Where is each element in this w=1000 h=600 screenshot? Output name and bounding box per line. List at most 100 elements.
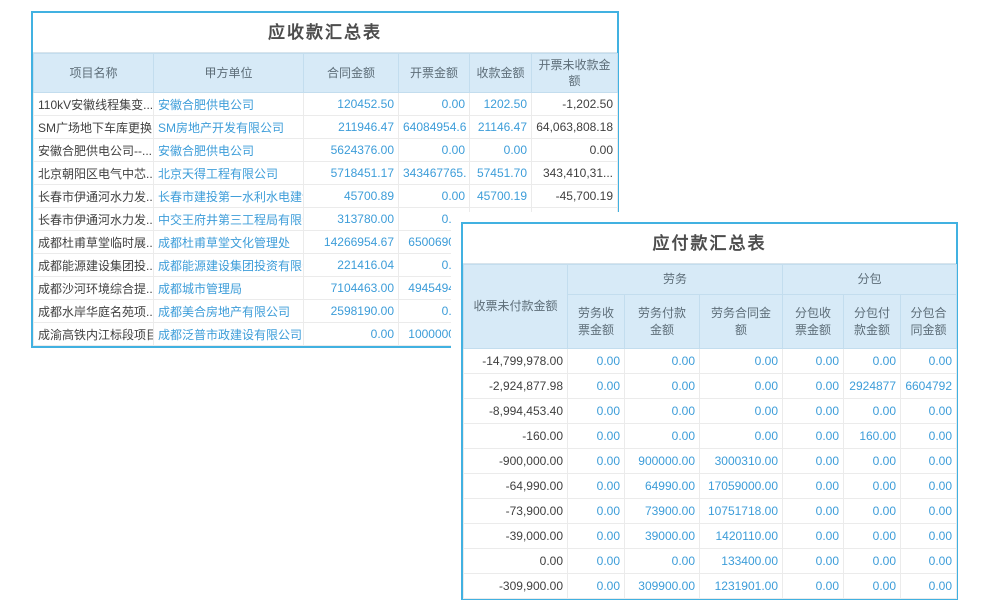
labor-contract-cell: 3000310.00 <box>700 449 783 474</box>
labor-payment-cell: 39000.00 <box>625 524 700 549</box>
labor-payment-cell: 73900.00 <box>625 499 700 524</box>
project-name-cell: 长春市伊通河水力发... <box>34 208 154 231</box>
table-row[interactable]: -64,990.00 0.00 64990.00 17059000.00 0.0… <box>464 474 957 499</box>
table-row[interactable]: -2,924,877.98 0.00 0.00 0.00 0.00 292487… <box>464 374 957 399</box>
subcontract-group-header: 分包 <box>783 265 957 295</box>
unpaid-amount-header: 收票未付款金额 <box>464 265 568 349</box>
labor-payment-cell: 0.00 <box>625 399 700 424</box>
subcontract-invoice-cell: 0.00 <box>783 574 844 599</box>
contract-amount-cell: 5718451.17 <box>304 162 399 185</box>
labor-payment-cell: 64990.00 <box>625 474 700 499</box>
client-name-cell: 中交王府井第三工程局有限公司 <box>154 208 304 231</box>
payable-group-header-row: 收票未付款金额 劳务 分包 <box>464 265 957 295</box>
subcontract-invoice-cell: 0.00 <box>783 374 844 399</box>
subcontract-contract-cell: 0.00 <box>901 399 957 424</box>
contract-amount-cell: 120452.50 <box>304 93 399 116</box>
table-row[interactable]: 长春市伊通河水力发... 长春市建投第一水利水电建设有限 45700.89 0.… <box>34 185 618 208</box>
labor-contract-cell: 0.00 <box>700 399 783 424</box>
invoiced-amount-cell: 0.00 <box>399 139 470 162</box>
labor-invoice-cell: 0.00 <box>568 524 625 549</box>
invoiced-unreceived-cell: 64,063,808.18 <box>532 116 618 139</box>
column-header: 项目名称 <box>34 54 154 93</box>
labor-payment-cell: 309900.00 <box>625 574 700 599</box>
client-name-cell: 成都杜甫草堂文化管理处 <box>154 231 304 254</box>
subcontract-invoice-cell: 0.00 <box>783 549 844 574</box>
column-header: 分包收 票金额 <box>783 295 844 349</box>
invoiced-amount-cell: 0.00 <box>399 185 470 208</box>
table-row[interactable]: -900,000.00 0.00 900000.00 3000310.00 0.… <box>464 449 957 474</box>
column-header: 甲方单位 <box>154 54 304 93</box>
table-row[interactable]: -73,900.00 0.00 73900.00 10751718.00 0.0… <box>464 499 957 524</box>
receivable-table-title: 应收款汇总表 <box>33 13 617 53</box>
subcontract-invoice-cell: 0.00 <box>783 499 844 524</box>
table-row[interactable]: -8,994,453.40 0.00 0.00 0.00 0.00 0.00 0… <box>464 399 957 424</box>
contract-amount-cell: 45700.89 <box>304 185 399 208</box>
subcontract-contract-cell: 0.00 <box>901 499 957 524</box>
receivable-header-row: 项目名称甲方单位合同金额开票金额收款金额开票未收款金 额 <box>34 54 618 93</box>
subcontract-payment-cell: 0.00 <box>844 449 901 474</box>
subcontract-contract-cell: 0.00 <box>901 424 957 449</box>
received-invoice-unpaid-cell: -64,990.00 <box>464 474 568 499</box>
subcontract-payment-cell: 160.00 <box>844 424 901 449</box>
labor-contract-cell: 0.00 <box>700 374 783 399</box>
subcontract-invoice-cell: 0.00 <box>783 449 844 474</box>
subcontract-payment-cell: 0.00 <box>844 499 901 524</box>
project-name-cell: 长春市伊通河水力发... <box>34 185 154 208</box>
invoiced-unreceived-cell: 0.00 <box>532 139 618 162</box>
subcontract-contract-cell: 0.00 <box>901 549 957 574</box>
column-header: 分包合 同金额 <box>901 295 957 349</box>
subcontract-contract-cell: 0.00 <box>901 524 957 549</box>
client-name-cell: 成都美合房地产有限公司 <box>154 300 304 323</box>
table-row[interactable]: -39,000.00 0.00 39000.00 1420110.00 0.00… <box>464 524 957 549</box>
project-name-cell: 110kV安徽线程集变... <box>34 93 154 116</box>
project-name-cell: 成都水岸华庭名苑项... <box>34 300 154 323</box>
subcontract-invoice-cell: 0.00 <box>783 349 844 374</box>
invoiced-unreceived-cell: 343,410,31... <box>532 162 618 185</box>
labor-invoice-cell: 0.00 <box>568 499 625 524</box>
contract-amount-cell: 14266954.67 <box>304 231 399 254</box>
column-header: 劳务合同金 额 <box>700 295 783 349</box>
subcontract-payment-cell: 0.00 <box>844 399 901 424</box>
column-header: 开票未收款金 额 <box>532 54 618 93</box>
client-name-cell: 成都城市管理局 <box>154 277 304 300</box>
labor-invoice-cell: 0.00 <box>568 474 625 499</box>
subcontract-payment-cell: 0.00 <box>844 474 901 499</box>
labor-contract-cell: 1231901.00 <box>700 574 783 599</box>
labor-contract-cell: 0.00 <box>700 349 783 374</box>
table-row[interactable]: 110kV安徽线程集变... 安徽合肥供电公司 120452.50 0.00 1… <box>34 93 618 116</box>
subcontract-invoice-cell: 0.00 <box>783 524 844 549</box>
payable-table: 收票未付款金额 劳务 分包 劳务收 票金额劳务付款 金额劳务合同金 额分包收 票… <box>463 264 957 599</box>
labor-contract-cell: 17059000.00 <box>700 474 783 499</box>
contract-amount-cell: 5624376.00 <box>304 139 399 162</box>
labor-contract-cell: 133400.00 <box>700 549 783 574</box>
table-row[interactable]: -14,799,978.00 0.00 0.00 0.00 0.00 0.00 … <box>464 349 957 374</box>
labor-invoice-cell: 0.00 <box>568 424 625 449</box>
received-invoice-unpaid-cell: -309,900.00 <box>464 574 568 599</box>
received-invoice-unpaid-cell: 0.00 <box>464 549 568 574</box>
subcontract-payment-cell: 0.00 <box>844 574 901 599</box>
table-row[interactable]: 北京朝阳区电气中芯... 北京天得工程有限公司 5718451.17 34346… <box>34 162 618 185</box>
invoiced-amount-cell: 64084954.6 <box>399 116 470 139</box>
labor-contract-cell: 1420110.00 <box>700 524 783 549</box>
table-row[interactable]: -309,900.00 0.00 309900.00 1231901.00 0.… <box>464 574 957 599</box>
column-header: 收款金额 <box>470 54 532 93</box>
payable-summary-card: 应付款汇总表 收票未付款金额 劳务 分包 劳务收 票金额劳务付款 金额劳务合同金… <box>461 222 958 600</box>
received-amount-cell: 45700.19 <box>470 185 532 208</box>
table-row[interactable]: 安徽合肥供电公司--... 安徽合肥供电公司 5624376.00 0.00 0… <box>34 139 618 162</box>
table-row[interactable]: 0.00 0.00 0.00 133400.00 0.00 0.00 0.00 <box>464 549 957 574</box>
table-row[interactable]: -160.00 0.00 0.00 0.00 0.00 160.00 0.00 <box>464 424 957 449</box>
contract-amount-cell: 211946.47 <box>304 116 399 139</box>
received-amount-cell: 21146.47 <box>470 116 532 139</box>
contract-amount-cell: 2598190.00 <box>304 300 399 323</box>
table-row[interactable]: SM广场地下车库更换... SM房地产开发有限公司 211946.47 6408… <box>34 116 618 139</box>
invoiced-amount-cell: 343467765. <box>399 162 470 185</box>
subcontract-payment-cell: 0.00 <box>844 549 901 574</box>
client-name-cell: 长春市建投第一水利水电建设有限 <box>154 185 304 208</box>
project-name-cell: 成都能源建设集团投... <box>34 254 154 277</box>
subcontract-invoice-cell: 0.00 <box>783 424 844 449</box>
payable-table-title: 应付款汇总表 <box>463 224 956 264</box>
labor-invoice-cell: 0.00 <box>568 374 625 399</box>
subcontract-contract-cell: 0.00 <box>901 349 957 374</box>
labor-contract-cell: 0.00 <box>700 424 783 449</box>
column-header: 开票金额 <box>399 54 470 93</box>
